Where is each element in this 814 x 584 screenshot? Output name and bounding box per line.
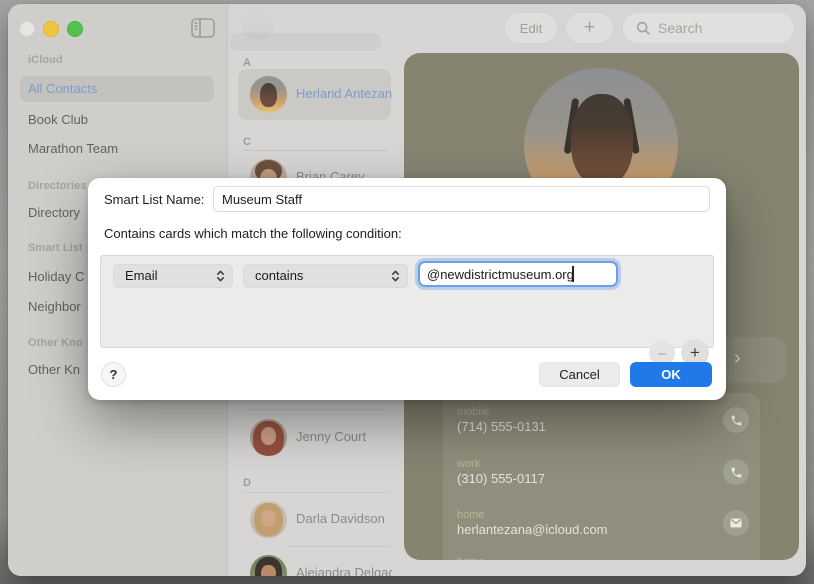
sidebar-toggle-icon[interactable] (191, 18, 215, 38)
sidebar-item-other[interactable]: Other Kn (28, 362, 80, 377)
smart-list-dialog: Smart List Name: Museum Staff Contains c… (88, 178, 726, 400)
chevron-right-icon[interactable]: › (734, 347, 741, 370)
text-cursor (572, 266, 574, 282)
field-value: (714) 555-0131 (457, 419, 546, 434)
minimize-window-icon[interactable] (43, 21, 59, 37)
contact-name: Alejandra Delgado (296, 565, 392, 576)
field-label: mobile (457, 406, 489, 418)
smart-list-name-label: Smart List Name: (104, 192, 204, 207)
help-button[interactable]: ? (101, 362, 126, 387)
desktop-background: iCloud All Contacts Book Club Marathon T… (0, 0, 814, 584)
contact-name: Herland Antezana (296, 86, 392, 101)
chevron-updown-icon (216, 269, 225, 283)
sidebar-item-holiday[interactable]: Holiday C (28, 269, 84, 284)
contact-row-alejandra[interactable]: Alejandra Delgado (238, 548, 391, 576)
condition-value-text: @newdistrictmuseum.org (427, 267, 574, 282)
group-letter: A (243, 57, 251, 69)
contact-row-jenny[interactable]: Jenny Court (238, 412, 391, 463)
field-value: herlantezana@icloud.com (457, 522, 608, 537)
cancel-button[interactable]: Cancel (539, 362, 620, 387)
search-placeholder: Search (658, 20, 702, 36)
cancel-button-label: Cancel (559, 367, 599, 382)
edit-button-label: Edit (520, 21, 542, 36)
ok-button[interactable]: OK (630, 362, 712, 387)
close-window-icon[interactable] (19, 21, 35, 37)
condition-group-box: Email contains @newdistrictmuseum.org (100, 255, 714, 348)
condition-operator-value: contains (255, 268, 303, 283)
question-mark-icon: ? (110, 367, 118, 382)
edit-button[interactable]: Edit (505, 13, 557, 43)
sidebar-item-label: All Contacts (28, 81, 97, 96)
list-divider (286, 546, 389, 547)
avatar (250, 555, 287, 576)
partial-scrolled-row (230, 33, 381, 51)
sidebar-item-neighbor[interactable]: Neighbor (28, 299, 81, 314)
add-contact-button[interactable]: + (566, 13, 613, 43)
phone-icon[interactable] (723, 407, 749, 433)
field-label: home (457, 509, 485, 521)
chevron-updown-icon (391, 269, 400, 283)
sidebar-item-marathon-team[interactable]: Marathon Team (28, 141, 118, 156)
smart-list-name-value: Museum Staff (222, 192, 302, 207)
sidebar-section-directories: Directories (28, 180, 87, 192)
sidebar-item-directory[interactable]: Directory (28, 205, 80, 220)
field-label: home (457, 556, 485, 560)
minus-icon: – (658, 345, 666, 362)
contact-name: Darla Davidson (296, 511, 392, 526)
avatar (250, 501, 287, 538)
group-letter: C (243, 136, 251, 148)
sidebar-section-icloud: iCloud (28, 54, 63, 66)
sidebar-item-book-club[interactable]: Book Club (28, 112, 88, 127)
condition-operator-popup[interactable]: contains (243, 264, 408, 288)
list-divider (243, 150, 389, 151)
plus-icon: + (584, 17, 595, 39)
contact-row-darla[interactable]: Darla Davidson (238, 494, 391, 545)
ok-button-label: OK (661, 367, 681, 382)
condition-field-popup[interactable]: Email (113, 264, 233, 288)
condition-value-input[interactable]: @newdistrictmuseum.org (418, 261, 618, 287)
contact-name: Jenny Court (296, 429, 392, 444)
zoom-window-icon[interactable] (67, 21, 83, 37)
sidebar-item-all-contacts[interactable]: All Contacts (20, 76, 214, 102)
search-icon (636, 21, 651, 36)
mail-icon[interactable] (723, 510, 749, 536)
list-divider (243, 409, 389, 410)
field-value: (310) 555-0117 (457, 471, 545, 486)
condition-field-value: Email (125, 268, 158, 283)
sidebar-section-other: Other Kno (28, 337, 83, 349)
sidebar-section-smart-lists: Smart List (28, 242, 83, 254)
group-letter: D (243, 477, 251, 489)
search-input[interactable]: Search (623, 13, 794, 43)
list-divider (243, 492, 389, 493)
contact-row-herland[interactable]: Herland Antezana (238, 69, 391, 120)
plus-icon: + (690, 343, 700, 363)
field-label: work (457, 458, 480, 470)
phone-icon[interactable] (723, 459, 749, 485)
avatar (250, 419, 287, 456)
avatar (250, 76, 287, 113)
condition-intro-text: Contains cards which match the following… (104, 226, 402, 241)
smart-list-name-field[interactable]: Museum Staff (213, 186, 710, 212)
